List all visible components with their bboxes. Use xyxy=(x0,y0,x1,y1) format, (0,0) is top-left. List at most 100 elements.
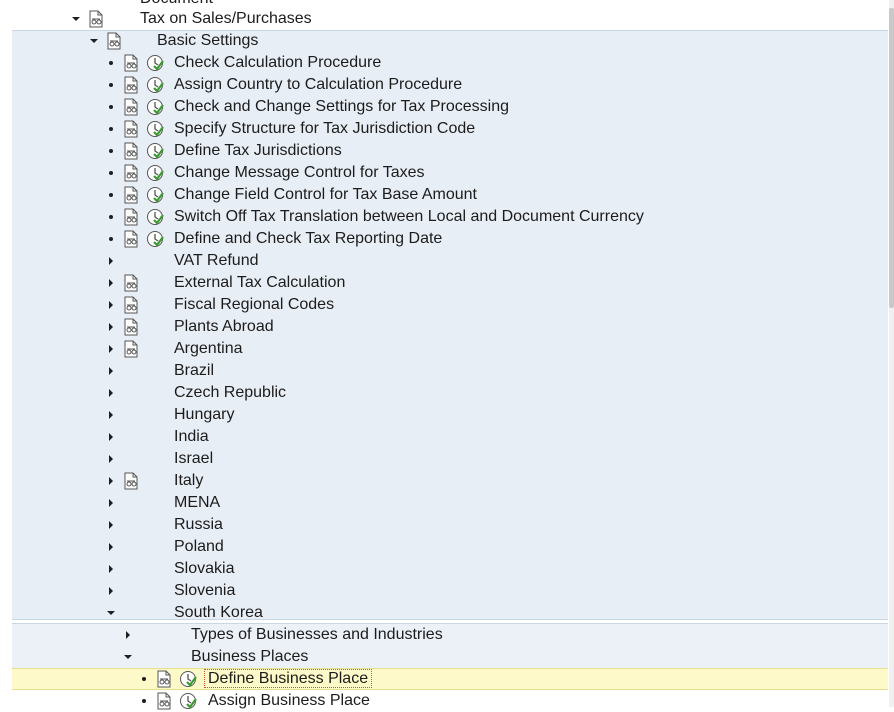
expand-arrow-icon[interactable] xyxy=(106,580,116,602)
bullet-icon xyxy=(106,140,116,162)
tree-node-folder[interactable]: Fiscal Regional Codes xyxy=(12,294,888,316)
tree-node-folder[interactable]: Italy xyxy=(12,470,888,492)
bullet-icon xyxy=(106,162,116,184)
scrollbar-thumb[interactable] xyxy=(889,8,894,308)
documentation-icon[interactable] xyxy=(122,98,140,116)
node-label: Define Tax Jurisdictions xyxy=(174,142,342,159)
node-label: Czech Republic xyxy=(174,384,287,401)
documentation-icon[interactable] xyxy=(122,76,140,94)
tree-node-activity[interactable]: Check Calculation Procedure xyxy=(12,52,888,74)
expand-arrow-icon[interactable] xyxy=(106,404,116,426)
bullet-icon xyxy=(139,690,149,712)
expand-arrow-icon[interactable] xyxy=(106,492,116,514)
bullet-icon xyxy=(106,74,116,96)
node-label: Assign Business Place xyxy=(208,692,370,709)
documentation-icon[interactable] xyxy=(155,692,173,710)
tree-node-activity[interactable]: Assign Country to Calculation Procedure xyxy=(12,74,888,96)
execute-activity-icon[interactable] xyxy=(146,76,164,94)
tree-node-folder[interactable]: Brazil xyxy=(12,360,888,382)
tree-node-tax-on-sales-purchases[interactable]: Tax on Sales/Purchases xyxy=(12,8,888,30)
documentation-icon[interactable] xyxy=(122,54,140,72)
tree-node-activity[interactable]: Switch Off Tax Translation between Local… xyxy=(12,206,888,228)
tree-node-folder[interactable]: Poland xyxy=(12,536,888,558)
tree-node-activity[interactable]: Define and Check Tax Reporting Date xyxy=(12,228,888,250)
collapse-arrow-icon[interactable] xyxy=(106,602,116,624)
documentation-icon[interactable] xyxy=(122,296,140,314)
documentation-icon[interactable] xyxy=(122,142,140,160)
tree-node-folder[interactable]: MENA xyxy=(12,492,888,514)
execute-activity-icon[interactable] xyxy=(146,164,164,182)
expand-arrow-icon[interactable] xyxy=(106,426,116,448)
expand-arrow-icon[interactable] xyxy=(106,382,116,404)
tree-node-folder[interactable]: Czech Republic xyxy=(12,382,888,404)
collapse-arrow-icon[interactable] xyxy=(89,30,99,52)
execute-activity-icon[interactable] xyxy=(146,186,164,204)
documentation-icon[interactable] xyxy=(105,32,123,50)
tree-node-folder[interactable]: Hungary xyxy=(12,404,888,426)
expand-arrow-icon[interactable] xyxy=(106,294,116,316)
expand-arrow-icon[interactable] xyxy=(106,536,116,558)
expand-arrow-icon[interactable] xyxy=(106,250,116,272)
bullet-icon xyxy=(106,184,116,206)
tree-node-activity[interactable]: Check and Change Settings for Tax Proces… xyxy=(12,96,888,118)
vertical-scrollbar[interactable] xyxy=(889,0,894,707)
tree-node-folder[interactable]: Plants Abroad xyxy=(12,316,888,338)
tree-node-folder[interactable]: External Tax Calculation xyxy=(12,272,888,294)
node-label: Change Message Control for Taxes xyxy=(174,164,425,181)
tree-node-basic-settings[interactable]: Basic Settings xyxy=(12,30,888,52)
execute-activity-icon[interactable] xyxy=(146,98,164,116)
documentation-icon[interactable] xyxy=(87,10,105,28)
expand-arrow-icon[interactable] xyxy=(106,316,116,338)
tree-node-activity[interactable]: Change Field Control for Tax Base Amount xyxy=(12,184,888,206)
documentation-icon[interactable] xyxy=(122,274,140,292)
expand-arrow-icon[interactable] xyxy=(123,624,133,646)
expand-arrow-icon[interactable] xyxy=(106,338,116,360)
documentation-icon[interactable] xyxy=(155,670,173,688)
documentation-icon[interactable] xyxy=(122,230,140,248)
bullet-icon xyxy=(139,668,149,690)
tree-node-folder[interactable]: Slovenia xyxy=(12,580,888,602)
node-label: Define and Check Tax Reporting Date xyxy=(174,230,443,247)
tree-node-activity[interactable]: Define Tax Jurisdictions xyxy=(12,140,888,162)
documentation-icon[interactable] xyxy=(122,186,140,204)
tree-node-folder[interactable]: Russia xyxy=(12,514,888,536)
execute-activity-icon[interactable] xyxy=(146,208,164,226)
tree-node-folder[interactable]: Slovakia xyxy=(12,558,888,580)
expand-arrow-icon[interactable] xyxy=(106,470,116,492)
documentation-icon[interactable] xyxy=(122,472,140,490)
execute-activity-icon[interactable] xyxy=(179,692,197,710)
execute-activity-icon[interactable] xyxy=(146,54,164,72)
expand-arrow-icon[interactable] xyxy=(106,272,116,294)
node-label: Argentina xyxy=(174,340,243,357)
documentation-icon[interactable] xyxy=(122,120,140,138)
tree-node-define-business-place[interactable]: Define Business Place xyxy=(12,668,888,690)
tree-node-south-korea[interactable]: South Korea xyxy=(12,602,888,624)
tree-node-folder[interactable]: Israel xyxy=(12,448,888,470)
expand-arrow-icon[interactable] xyxy=(106,558,116,580)
tree-node-business-places[interactable]: Business Places xyxy=(12,646,888,668)
bullet-icon xyxy=(106,228,116,250)
documentation-icon[interactable] xyxy=(122,318,140,336)
tree-node-activity[interactable]: Specify Structure for Tax Jurisdiction C… xyxy=(12,118,888,140)
expand-arrow-icon[interactable] xyxy=(106,360,116,382)
expand-arrow-icon[interactable] xyxy=(106,514,116,536)
collapse-arrow-icon[interactable] xyxy=(123,646,133,668)
execute-activity-icon[interactable] xyxy=(179,670,197,688)
expand-arrow-icon[interactable] xyxy=(106,448,116,470)
bullet-icon xyxy=(106,96,116,118)
node-label: Business Places xyxy=(191,648,309,665)
tree-node-folder[interactable]: Argentina xyxy=(12,338,888,360)
tree-node-folder[interactable]: VAT Refund xyxy=(12,250,888,272)
tree-node-folder[interactable]: India xyxy=(12,426,888,448)
documentation-icon[interactable] xyxy=(122,208,140,226)
execute-activity-icon[interactable] xyxy=(146,230,164,248)
execute-activity-icon[interactable] xyxy=(146,142,164,160)
execute-activity-icon[interactable] xyxy=(146,120,164,138)
collapse-arrow-icon[interactable] xyxy=(71,8,81,30)
tree-node-assign-business-place[interactable]: Assign Business Place xyxy=(12,690,888,712)
tree-node-activity[interactable]: Change Message Control for Taxes xyxy=(12,162,888,184)
documentation-icon[interactable] xyxy=(122,340,140,358)
documentation-icon[interactable] xyxy=(122,164,140,182)
tree-node-types-of-businesses[interactable]: Types of Businesses and Industries xyxy=(12,624,888,646)
bullet-icon xyxy=(106,118,116,140)
